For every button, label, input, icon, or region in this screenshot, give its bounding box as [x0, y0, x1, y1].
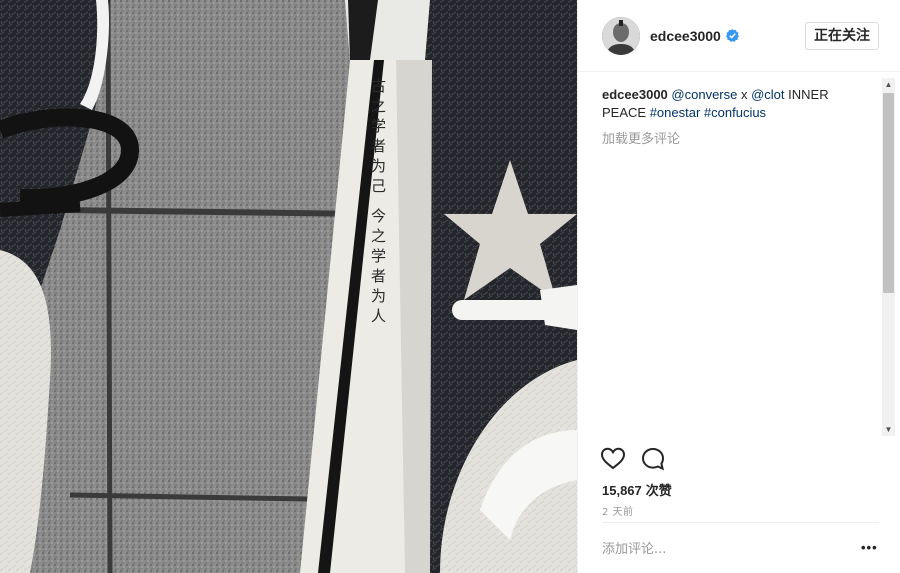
hashtag-onestar[interactable]: #onestar: [650, 105, 701, 120]
hashtag-confucius[interactable]: #confucius: [704, 105, 766, 120]
scroll-up-arrow-icon[interactable]: ▲: [882, 78, 895, 91]
author-username[interactable]: edcee3000: [650, 28, 721, 44]
comments-scrollbar[interactable]: ▲ ▼: [882, 78, 895, 436]
caption-username[interactable]: edcee3000: [602, 87, 668, 102]
heart-outline-icon[interactable]: [600, 446, 626, 472]
comments-area[interactable]: edcee3000 @converse x @clot INNER PEACE …: [578, 73, 900, 438]
post-sidebar: edcee3000 正在关注 edcee3000 @converse x @cl…: [577, 0, 900, 573]
load-more-comments-link[interactable]: 加载更多评论: [602, 128, 680, 147]
mention-clot[interactable]: @clot: [751, 87, 784, 102]
comment-input[interactable]: [602, 535, 842, 563]
instagram-post: 古之学者为己 今之学者为人 edcee3000 正在关注 edcee3000 @…: [0, 0, 900, 573]
verified-badge-icon: [725, 29, 739, 42]
likes-count[interactable]: 15,867 次赞: [602, 480, 672, 499]
more-options-icon[interactable]: •••: [861, 539, 879, 557]
photo-illustration: [0, 0, 577, 573]
add-comment-section: •••: [602, 522, 879, 573]
mention-converse[interactable]: @converse: [671, 87, 737, 102]
caption-joiner: x: [737, 87, 752, 102]
post-caption: edcee3000 @converse x @clot INNER PEACE …: [602, 86, 842, 122]
following-button[interactable]: 正在关注: [805, 22, 879, 50]
speech-bubble-icon[interactable]: [640, 446, 666, 472]
post-timestamp[interactable]: 2 天前: [602, 503, 634, 518]
likes-number: 15,867: [602, 483, 642, 498]
photo-embroidered-text: 古之学者为己 今之学者为人: [369, 78, 387, 328]
post-header: edcee3000 正在关注: [578, 0, 900, 72]
post-photo[interactable]: 古之学者为己 今之学者为人: [0, 0, 577, 573]
scroll-down-arrow-icon[interactable]: ▼: [882, 423, 895, 436]
avatar[interactable]: [602, 16, 640, 55]
avatar-image: [602, 16, 640, 55]
post-actions: [600, 446, 666, 474]
scrollbar-thumb[interactable]: [883, 93, 894, 293]
likes-unit: 次赞: [645, 484, 672, 499]
